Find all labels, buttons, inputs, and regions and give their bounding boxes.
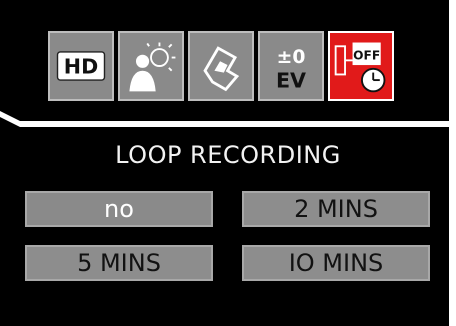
option-10-mins-label: IO MINS (288, 249, 384, 277)
option-5-mins[interactable]: 5 MINS (25, 245, 213, 281)
auto-off-timer-icon: OFF (334, 42, 386, 93)
menu-tab-bar: HD ±0 EV OFF (0, 0, 456, 118)
tab-white-balance[interactable] (118, 31, 184, 101)
screen-edge (449, 0, 456, 326)
option-5-mins-label: 5 MINS (77, 249, 161, 277)
menu-divider (0, 111, 456, 131)
ev-value-label: ±0 (277, 47, 306, 68)
off-label: OFF (353, 48, 380, 62)
white-balance-icon (129, 42, 176, 92)
ev-label: EV (276, 69, 306, 93)
camera-menu-screen: HD ±0 EV OFF LOOP RECORDING no 2 MINS 5 … (0, 0, 456, 326)
panel-title: LOOP RECORDING (115, 141, 341, 169)
option-no[interactable]: no (25, 191, 213, 227)
hd-resolution-icon: HD (56, 51, 106, 81)
option-2-mins[interactable]: 2 MINS (242, 191, 430, 227)
tab-auto-off[interactable]: OFF (328, 31, 394, 101)
option-10-mins[interactable]: IO MINS (242, 245, 430, 281)
tab-drive-mode[interactable] (188, 31, 254, 101)
exposure-value-icon: ±0 EV (276, 47, 306, 93)
tab-hd-resolution[interactable]: HD (48, 31, 114, 101)
tab-exposure[interactable]: ±0 EV (258, 31, 324, 101)
option-2-mins-label: 2 MINS (294, 195, 378, 223)
option-no-label: no (104, 195, 134, 223)
drive-mode-icon (203, 46, 240, 92)
hd-label: HD (64, 55, 98, 79)
